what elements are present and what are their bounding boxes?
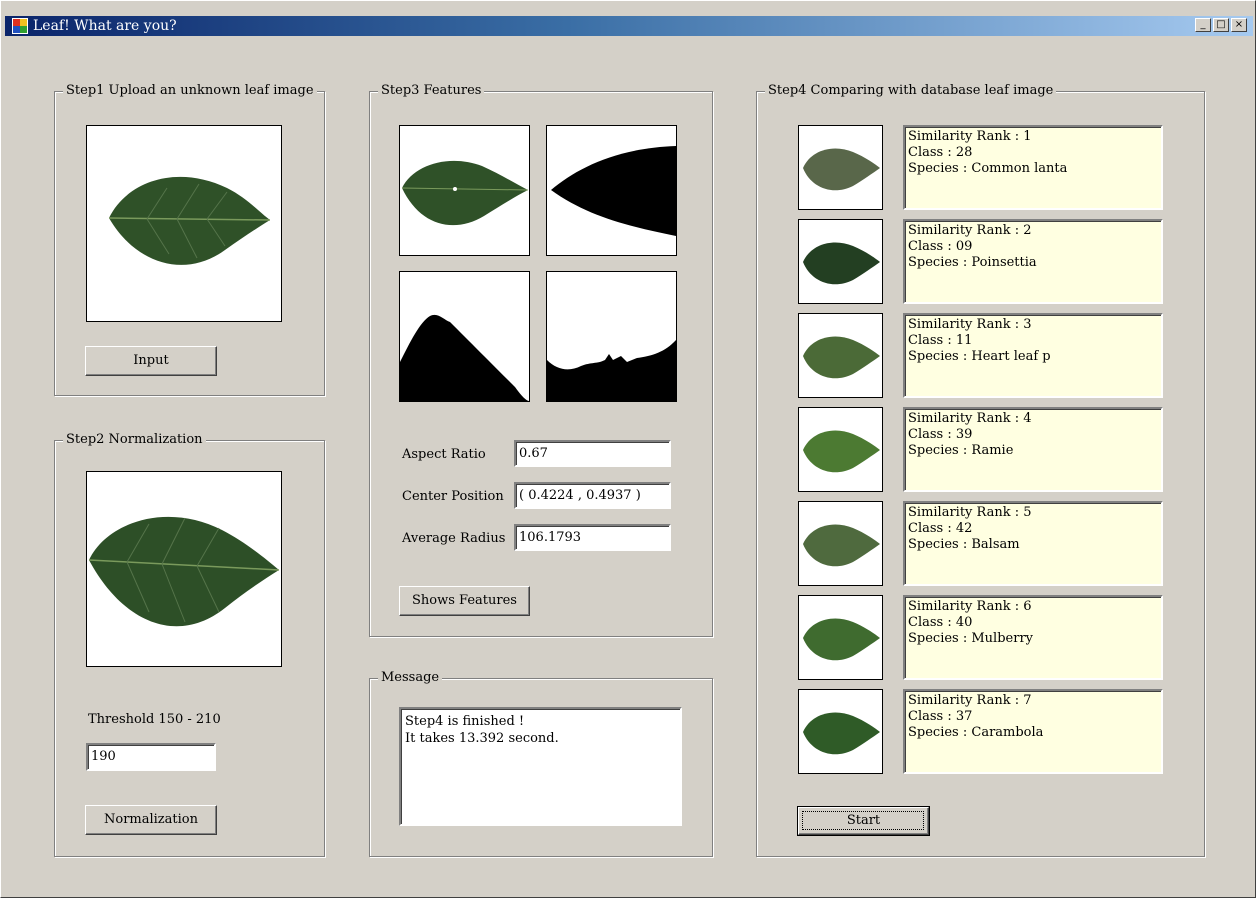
result-info-box[interactable]: Similarity Rank : 4 Class : 39 Species : R… — [903, 407, 1163, 492]
step4-title: Step4 Comparing with database leaf image — [765, 83, 1057, 99]
average-radius-field[interactable]: 106.1793 — [514, 524, 671, 551]
feature-leaf-image — [399, 125, 530, 256]
result-rank: Similarity Rank : 3 — [908, 317, 1032, 332]
unknown-leaf-image — [86, 125, 282, 322]
result-rank: Similarity Rank : 6 — [908, 599, 1032, 614]
leaf-thumbnail-icon — [803, 524, 880, 567]
result-species: Species : Poinsettia — [908, 255, 1037, 270]
message-text-area[interactable]: Step4 is finished ! It takes 13.392 seco… — [399, 707, 682, 826]
message-title: Message — [378, 670, 443, 686]
aspect-ratio-field[interactable]: 0.67 — [514, 440, 671, 467]
result-rank: Similarity Rank : 1 — [908, 129, 1032, 144]
leaf-shape — [803, 242, 880, 285]
result-leaf-thumbnail — [798, 595, 883, 680]
normalized-leaf-image — [86, 471, 282, 667]
leaf-thumbnail-icon — [803, 148, 880, 191]
minimize-button[interactable]: _ — [1195, 18, 1211, 32]
radius-profile-chart-2 — [546, 271, 677, 402]
result-info-box[interactable]: Similarity Rank : 2 Class : 09 Species : P… — [903, 219, 1163, 304]
result-class: Class : 09 — [908, 239, 973, 254]
result-species: Species : Mulberry — [908, 631, 1033, 646]
result-rank: Similarity Rank : 7 — [908, 693, 1032, 708]
maximize-icon: □ — [1216, 19, 1226, 30]
leaf-shape — [803, 618, 880, 661]
result-leaf-thumbnail — [798, 219, 883, 304]
result-info-box[interactable]: Similarity Rank : 5 Class : 42 Species : B… — [903, 501, 1163, 586]
close-button[interactable]: × — [1231, 18, 1247, 32]
minimize-icon: _ — [1200, 19, 1206, 30]
app-window: Leaf! What are you? _ □ × Step1 Upload a… — [0, 0, 1256, 898]
radius-profile-chart-1 — [399, 271, 530, 402]
normalization-button[interactable]: Normalization — [85, 805, 217, 835]
leaf-shape — [803, 148, 880, 191]
title-bar[interactable]: Leaf! What are you? _ □ × — [5, 16, 1253, 36]
start-button-label: Start — [846, 813, 881, 828]
result-info-box[interactable]: Similarity Rank : 6 Class : 40 Species : M… — [903, 595, 1163, 680]
app-icon — [12, 18, 28, 34]
leaf-shape — [803, 524, 880, 567]
result-class: Class : 40 — [908, 615, 973, 630]
message-line-1: Step4 is finished ! — [405, 714, 525, 729]
result-rank: Similarity Rank : 2 — [908, 223, 1032, 238]
threshold-input[interactable]: 190 — [86, 743, 216, 771]
leaf-thumbnail-icon — [803, 336, 880, 379]
maximize-button[interactable]: □ — [1213, 18, 1229, 32]
window-title: Leaf! What are you? — [33, 18, 177, 34]
result-species: Species : Carambola — [908, 725, 1044, 740]
average-radius-label: Average Radius — [402, 531, 506, 546]
binary-shape-image — [546, 125, 677, 256]
close-icon: × — [1234, 19, 1244, 30]
center-position-field[interactable]: ( 0.4224 , 0.4937 ) — [514, 482, 671, 509]
leaf-shape — [803, 430, 880, 473]
leaf-shape — [803, 712, 880, 755]
leaf-thumbnail-icon — [803, 430, 880, 473]
message-line-2: It takes 13.392 second. — [405, 731, 559, 746]
result-class: Class : 39 — [908, 427, 973, 442]
result-species: Species : Ramie — [908, 443, 1014, 458]
result-leaf-thumbnail — [798, 689, 883, 774]
result-leaf-thumbnail — [798, 313, 883, 398]
result-leaf-thumbnail — [798, 501, 883, 586]
result-class: Class : 42 — [908, 521, 973, 536]
result-leaf-thumbnail — [798, 125, 883, 210]
input-button-label: Input — [133, 353, 169, 368]
result-class: Class : 11 — [908, 333, 973, 348]
center-position-label: Center Position — [402, 489, 504, 504]
result-info-box[interactable]: Similarity Rank : 1 Class : 28 Species : C… — [903, 125, 1163, 210]
start-button[interactable]: Start — [797, 806, 930, 836]
normalization-button-label: Normalization — [104, 812, 198, 827]
caption-buttons: _ □ × — [1193, 18, 1247, 32]
result-species: Species : Balsam — [908, 537, 1020, 552]
result-species: Species : Common lanta — [908, 161, 1068, 176]
shows-features-label: Shows Features — [412, 593, 517, 608]
result-info-box[interactable]: Similarity Rank : 3 Class : 11 Species : H… — [903, 313, 1163, 398]
leaf-shape — [803, 336, 880, 379]
step2-title: Step2 Normalization — [63, 432, 206, 448]
shows-features-button[interactable]: Shows Features — [399, 586, 530, 616]
step1-title: Step1 Upload an unknown leaf image — [63, 83, 317, 99]
threshold-label: Threshold 150 - 210 — [88, 712, 221, 727]
result-species: Species : Heart leaf p — [908, 349, 1051, 364]
leaf-thumbnail-icon — [803, 618, 880, 661]
result-rank: Similarity Rank : 5 — [908, 505, 1032, 520]
result-class: Class : 28 — [908, 145, 973, 160]
aspect-ratio-label: Aspect Ratio — [402, 447, 486, 462]
result-rank: Similarity Rank : 4 — [908, 411, 1032, 426]
result-class: Class : 37 — [908, 709, 973, 724]
input-button[interactable]: Input — [85, 346, 217, 376]
result-leaf-thumbnail — [798, 407, 883, 492]
step3-title: Step3 Features — [378, 83, 485, 99]
leaf-thumbnail-icon — [803, 712, 880, 755]
leaf-thumbnail-icon — [803, 242, 880, 285]
result-info-box[interactable]: Similarity Rank : 7 Class : 37 Species : C… — [903, 689, 1163, 774]
